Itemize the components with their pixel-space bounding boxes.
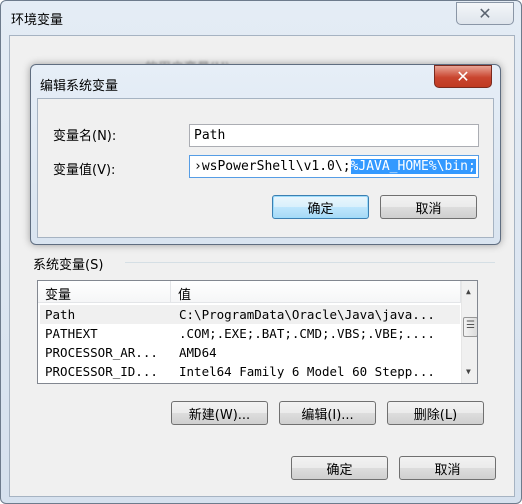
table-row[interactable]: PROCESSOR_ID... Intel64 Family 6 Model 60… [40, 362, 460, 381]
system-variables-group-label: 系统变量(S) [33, 258, 104, 273]
edit-system-variable-dialog: 编辑系统变量 ✕ 变量名(N): Path 变量值(V): ›wsPowerSh… [30, 64, 501, 245]
variable-name: PROCESSOR_AR... [45, 345, 158, 360]
cancel-button[interactable]: 取消 [399, 456, 496, 480]
variable-name-input[interactable]: Path [189, 124, 479, 147]
delete-button[interactable]: 删除(L) [387, 401, 484, 425]
system-variables-list[interactable]: 变量 值 Path C:\ProgramData\Oracle\Java\java… [37, 280, 478, 384]
variable-name: Path [45, 307, 76, 322]
scrollbar-thumb[interactable]: ☰ [463, 317, 477, 337]
group-divider [125, 262, 495, 263]
table-row[interactable]: PATHEXT .COM;.EXE;.BAT;.CMD;.VBS;.VBE;...… [40, 324, 460, 343]
selected-value-text: %JAVA_HOME%\bin; [350, 159, 476, 174]
column-header-value[interactable]: 值 [171, 281, 461, 303]
close-button[interactable]: ✕ [456, 2, 514, 25]
variable-name-label: 变量名(N): [53, 129, 117, 144]
variable-value-input[interactable]: ›wsPowerShell\v1.0\;%JAVA_HOME%\bin; [189, 155, 479, 178]
variable-value: AMD64 [179, 345, 217, 360]
column-header-variable[interactable]: 变量 [38, 281, 171, 303]
table-row[interactable]: PROCESSOR_AR... AMD64 [40, 343, 460, 362]
dialog-client: 变量名(N): Path 变量值(V): ›wsPowerShell\v1.0\… [37, 98, 494, 238]
close-icon: ✕ [478, 4, 492, 23]
scroll-up-arrow-icon[interactable]: ▲ [466, 287, 471, 296]
value-text: ›wsPowerShell\v1.0\; [194, 159, 351, 174]
dialog-ok-button[interactable]: 确定 [272, 195, 369, 219]
vertical-scrollbar[interactable]: ▲ ☰ ▼ [461, 281, 477, 383]
variable-name: PROCESSOR_ID... [45, 364, 158, 379]
close-icon: ✕ [456, 67, 470, 86]
scroll-down-arrow-icon[interactable]: ▼ [466, 367, 471, 376]
dialog-cancel-button[interactable]: 取消 [380, 195, 477, 219]
dialog-title: 编辑系统变量 [40, 79, 119, 94]
variable-value: C:\ProgramData\Oracle\Java\java... [179, 307, 435, 322]
table-row[interactable]: Path C:\ProgramData\Oracle\Java\java... [40, 305, 460, 324]
edit-button[interactable]: 编辑(I)... [279, 401, 376, 425]
variable-value: .COM;.EXE;.BAT;.CMD;.VBS;.VBE;.... [179, 326, 435, 341]
window-title: 环境变量 [11, 13, 64, 28]
variable-value-label: 变量值(V): [53, 163, 116, 178]
variable-name: PATHEXT [45, 326, 98, 341]
new-button[interactable]: 新建(W)... [171, 401, 268, 425]
ok-button[interactable]: 确定 [291, 456, 388, 480]
variable-value: Intel64 Family 6 Model 60 Stepp... [179, 364, 435, 379]
dialog-close-button[interactable]: ✕ [434, 65, 492, 88]
